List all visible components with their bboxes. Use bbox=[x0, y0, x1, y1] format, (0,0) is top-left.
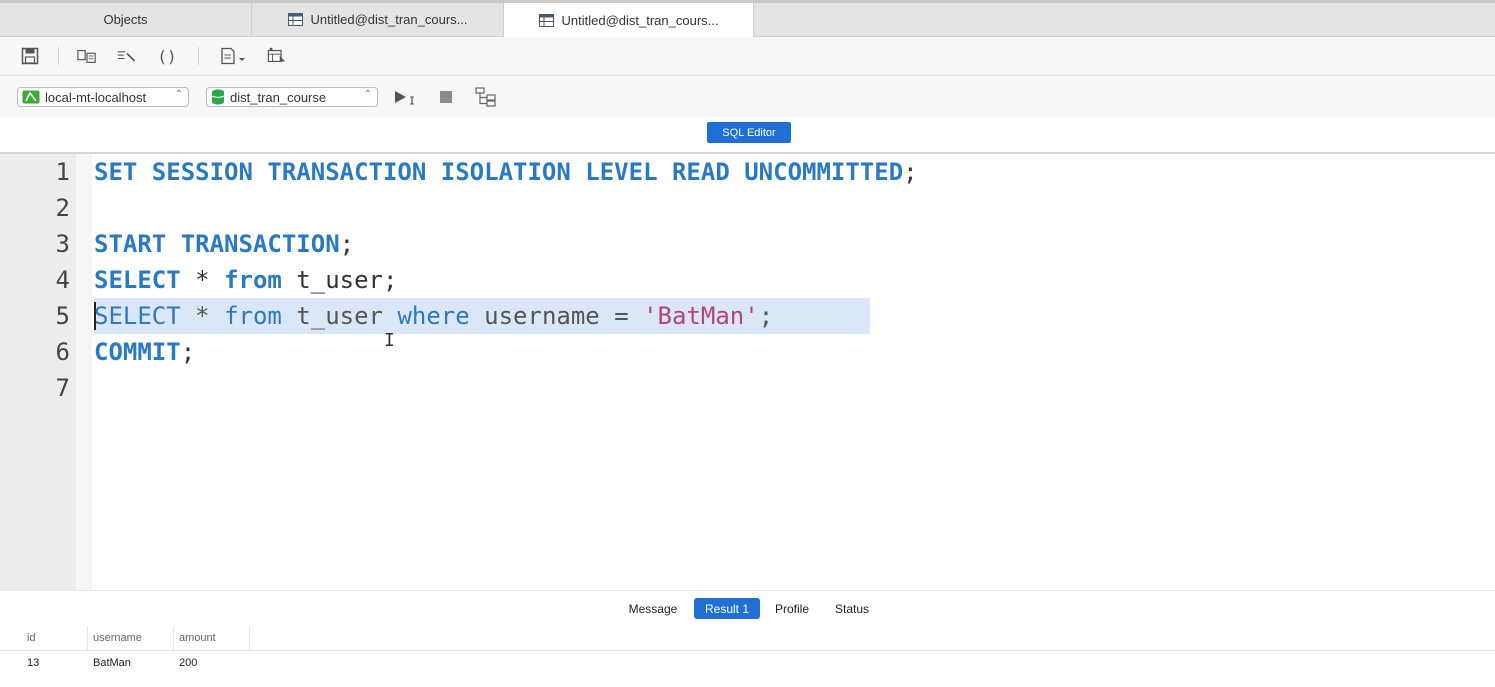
code-token: * bbox=[180, 302, 225, 330]
database-icon bbox=[211, 89, 225, 105]
tab-query-1[interactable]: Untitled@dist_tran_cours... bbox=[252, 3, 504, 36]
code-token: SET SESSION TRANSACTION ISOLATION LEVEL … bbox=[94, 158, 904, 186]
column-header-amount[interactable]: amount bbox=[174, 626, 250, 650]
brackets-button[interactable]: () bbox=[157, 46, 177, 66]
code-token: * bbox=[180, 266, 225, 294]
code-line[interactable]: 2 bbox=[0, 190, 1495, 226]
tab-status[interactable]: Status bbox=[826, 598, 878, 619]
sql-editor[interactable]: 1 SET SESSION TRANSACTION ISOLATION LEVEL… bbox=[0, 154, 1495, 590]
run-button[interactable] bbox=[393, 87, 419, 107]
save-button[interactable] bbox=[20, 46, 40, 66]
code-line[interactable]: 6 COMMIT; bbox=[0, 334, 1495, 370]
format-button[interactable] bbox=[77, 46, 97, 66]
sql-editor-mode-button[interactable]: SQL Editor bbox=[707, 122, 791, 143]
code-line[interactable]: 5 SELECT * from t_user where username = '… bbox=[0, 298, 1495, 334]
code-token: ; bbox=[758, 302, 774, 330]
line-number: 6 bbox=[55, 338, 70, 366]
code-text: COMMIT; bbox=[94, 334, 195, 370]
explain-button[interactable] bbox=[474, 87, 498, 107]
code-text: SET SESSION TRANSACTION ISOLATION LEVEL … bbox=[94, 154, 918, 190]
line-number: 5 bbox=[55, 302, 70, 330]
editor-toolbar: () bbox=[0, 37, 1495, 76]
query-table-icon bbox=[287, 13, 303, 26]
tab-label: Untitled@dist_tran_cours... bbox=[310, 12, 468, 27]
beautify-icon bbox=[117, 51, 136, 62]
beautify-button[interactable] bbox=[117, 46, 137, 66]
connection-select[interactable]: local-mt-localhost ⌃ bbox=[17, 87, 189, 107]
column-header-id[interactable]: id bbox=[22, 626, 88, 650]
tab-profile[interactable]: Profile bbox=[766, 598, 818, 619]
connection-bar: local-mt-localhost ⌃ dist_tran_course ⌃ bbox=[0, 76, 1495, 118]
code-token: t_user bbox=[281, 302, 398, 330]
code-line[interactable]: 1 SET SESSION TRANSACTION ISOLATION LEVEL… bbox=[0, 154, 1495, 190]
database-name: dist_tran_course bbox=[230, 89, 327, 105]
brackets-icon: () bbox=[157, 46, 177, 66]
code-line[interactable]: 3 START TRANSACTION; bbox=[0, 226, 1495, 262]
result-grid: id username amount 13 BatMan 200 bbox=[0, 626, 1495, 687]
tab-bar: Objects Untitled@dist_tran_cours... Unti… bbox=[0, 3, 1495, 37]
table-row[interactable]: 13 BatMan 200 bbox=[0, 651, 1495, 675]
stop-icon bbox=[440, 91, 452, 103]
tab-objects[interactable]: Objects bbox=[0, 3, 252, 36]
snippet-icon bbox=[221, 47, 245, 65]
mysql-connection-icon bbox=[22, 90, 40, 104]
code-token: ; bbox=[180, 338, 196, 366]
tab-message[interactable]: Message bbox=[620, 598, 686, 619]
text-cursor-icon: I bbox=[384, 330, 395, 351]
code-token: from bbox=[224, 266, 282, 294]
cell-amount[interactable]: 200 bbox=[174, 651, 250, 675]
code-text: SELECT * from t_user where username = 'B… bbox=[94, 298, 773, 334]
code-text: SELECT * from t_user; bbox=[94, 262, 397, 298]
toolbar-separator bbox=[198, 47, 199, 65]
connection-name: local-mt-localhost bbox=[45, 89, 147, 105]
tab-label: Objects bbox=[103, 12, 148, 27]
table-icon bbox=[267, 47, 286, 63]
format-icon bbox=[77, 49, 96, 63]
editor-header: SQL Editor bbox=[0, 117, 1495, 154]
result-tab-bar: Message Result 1 Profile Status bbox=[0, 590, 1495, 627]
run-icon bbox=[395, 91, 414, 105]
query-table-icon bbox=[538, 13, 554, 27]
code-token: 'BatMan' bbox=[643, 302, 759, 330]
code-token: username = bbox=[469, 302, 644, 330]
select-arrow-icon: ⌃ bbox=[174, 89, 183, 100]
line-number: 3 bbox=[55, 230, 70, 258]
code-line[interactable]: 4 SELECT * from t_user; bbox=[0, 262, 1495, 298]
line-number: 1 bbox=[55, 158, 70, 186]
code-token: START TRANSACTION bbox=[94, 230, 340, 258]
line-number: 2 bbox=[55, 194, 70, 222]
line-number: 7 bbox=[55, 374, 70, 402]
select-arrow-icon: ⌃ bbox=[363, 89, 372, 100]
database-select[interactable]: dist_tran_course ⌃ bbox=[206, 87, 378, 107]
tab-query-2[interactable]: Untitled@dist_tran_cours... bbox=[504, 3, 754, 37]
code-token: t_user; bbox=[281, 266, 398, 294]
code-token: ; bbox=[339, 230, 355, 258]
tab-label: Untitled@dist_tran_cours... bbox=[561, 12, 719, 28]
stop-button[interactable] bbox=[437, 87, 455, 107]
column-header-username[interactable]: username bbox=[88, 626, 174, 650]
code-line[interactable]: 7 bbox=[0, 370, 1495, 406]
tab-result-1[interactable]: Result 1 bbox=[694, 598, 760, 619]
code-token: where bbox=[397, 302, 470, 330]
toolbar-separator bbox=[58, 47, 59, 65]
explain-icon bbox=[475, 87, 496, 107]
table-button[interactable] bbox=[267, 46, 287, 66]
cell-username[interactable]: BatMan bbox=[88, 651, 174, 675]
line-number: 4 bbox=[55, 266, 70, 294]
code-token: SELECT bbox=[94, 302, 181, 330]
code-token: from bbox=[224, 302, 282, 330]
grid-header: id username amount bbox=[0, 626, 1495, 651]
code-token: SELECT bbox=[94, 266, 181, 294]
code-token: COMMIT bbox=[94, 338, 181, 366]
cell-id[interactable]: 13 bbox=[22, 651, 88, 675]
code-token: ; bbox=[903, 158, 918, 186]
save-icon bbox=[21, 47, 39, 65]
snippet-button[interactable] bbox=[220, 46, 248, 66]
code-text: START TRANSACTION; bbox=[94, 226, 354, 262]
